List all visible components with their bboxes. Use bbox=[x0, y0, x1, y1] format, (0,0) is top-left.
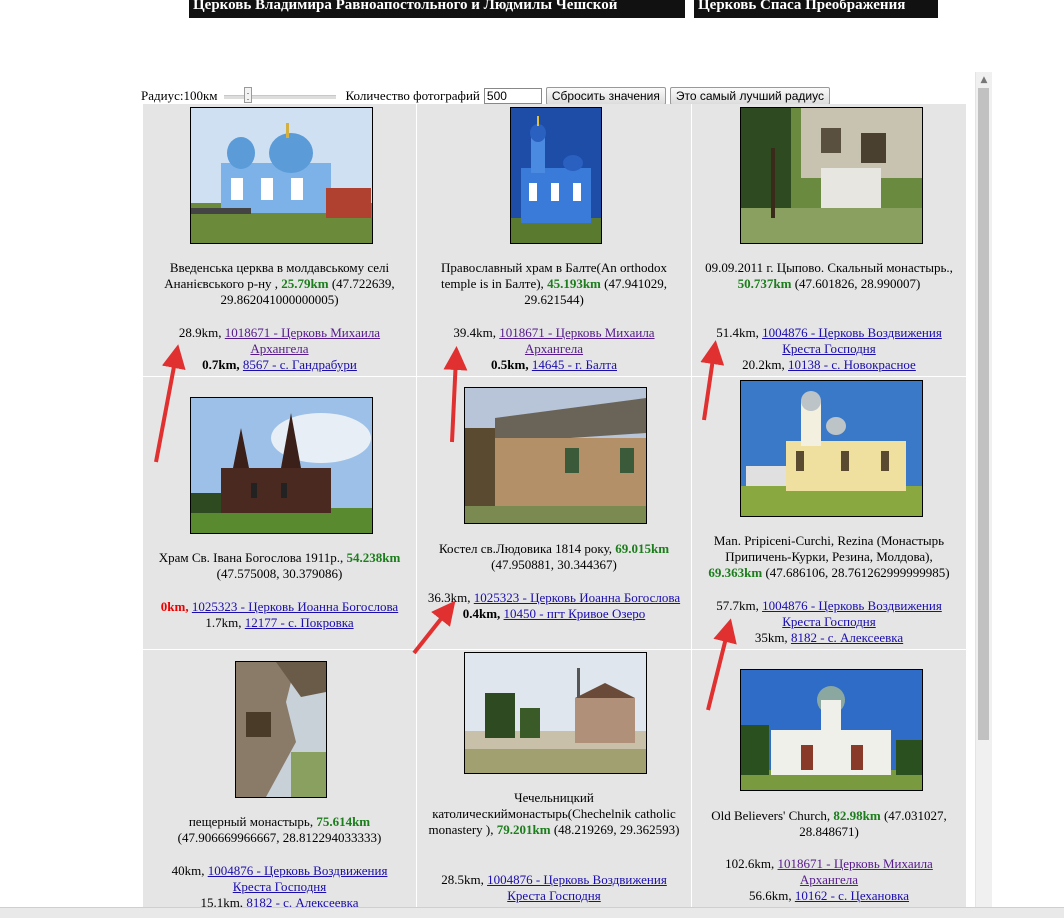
photo-caption: Костел св.Людовика 1814 року, 69.015km (… bbox=[438, 541, 670, 572]
distance-value: 45.193km bbox=[547, 276, 601, 291]
nearby-church-link[interactable]: 1018671 - Церковь Михаила Архангела bbox=[778, 856, 933, 887]
nearby-links: 28.5km, 1004876 - Церковь Воздвижения Кр… bbox=[441, 872, 667, 903]
best-radius-button[interactable]: Это самый лучший радиус bbox=[669, 87, 830, 105]
scroll-up-arrow-icon[interactable]: ▲ bbox=[976, 72, 992, 88]
photo-caption: Old Believers' Church, 82.98km (47.03102… bbox=[711, 808, 947, 839]
photo-caption: Man. Pripiceni-Curchi, Rezina (Монастырь… bbox=[708, 533, 950, 580]
radius-slider-thumb[interactable] bbox=[243, 87, 252, 103]
photo-card: Man. Pripiceni-Curchi, Rezina (Монастырь… bbox=[692, 377, 966, 649]
zero-distance: 0km, bbox=[160, 599, 189, 614]
distance-value: 75.614km bbox=[316, 814, 371, 829]
photo-card: Введенська церква в молдавському селі Ан… bbox=[143, 104, 416, 376]
vertical-scrollbar[interactable]: ▲ bbox=[975, 72, 992, 917]
photo-card: Old Believers' Church, 82.98km (47.03102… bbox=[692, 650, 966, 917]
distance-value: 54.238km bbox=[346, 550, 401, 565]
church-photo[interactable] bbox=[190, 397, 373, 534]
nearby-links: 36.3km, 1025323 - Церковь Иоанна Богосло… bbox=[427, 590, 681, 621]
nearby-settlement-link[interactable]: 10450 - пгт Кривое Озеро bbox=[504, 606, 646, 621]
church-photo[interactable] bbox=[235, 661, 327, 798]
photo-card: Храм Св. Івана Богослова 1911р., 54.238k… bbox=[143, 377, 416, 649]
nearby-links: 0km, 1025323 - Церковь Иоанна Богослова … bbox=[160, 599, 399, 630]
nearby-links: 40km, 1004876 - Церковь Воздвижения Крес… bbox=[171, 863, 388, 910]
nearby-links: 51.4km, 1004876 - Церковь Воздвижения Кр… bbox=[716, 325, 942, 372]
nearby-settlement-link[interactable]: 10138 - с. Новокрасное bbox=[788, 357, 916, 372]
church-photo[interactable] bbox=[740, 107, 923, 244]
distance-value: 50.737km bbox=[737, 276, 792, 291]
nearby-church-link[interactable]: 1004876 - Церковь Воздвижения Креста Гос… bbox=[762, 325, 942, 356]
distance-value: 25.79km bbox=[281, 276, 329, 291]
photo-caption: Храм Св. Івана Богослова 1911р., 54.238k… bbox=[158, 550, 401, 581]
church-photo[interactable] bbox=[190, 107, 373, 244]
photo-card: Костел св.Людовика 1814 року, 69.015km (… bbox=[417, 377, 691, 649]
distance-value: 69.015km bbox=[615, 541, 670, 556]
nearby-settlement-link[interactable]: 14645 - г. Балта bbox=[532, 357, 617, 372]
distance-value: 82.98km bbox=[833, 808, 881, 823]
nearby-church-link[interactable]: 1004876 - Церковь Воздвижения Креста Гос… bbox=[762, 598, 942, 629]
church-photo[interactable] bbox=[740, 669, 923, 791]
nearby-links: 28.9km, 1018671 - Церковь Михаила Арханг… bbox=[178, 325, 381, 372]
radius-label: Радиус:100км bbox=[141, 88, 218, 103]
nearby-church-link[interactable]: 1025323 - Церковь Иоанна Богослова bbox=[192, 599, 398, 614]
nearby-settlement-link[interactable]: 12177 - с. Покровка bbox=[245, 615, 354, 630]
bottom-scrollbar[interactable] bbox=[0, 907, 1064, 918]
distance-value: 79.201km bbox=[496, 822, 551, 837]
photo-count-label: Количество фотографий bbox=[345, 88, 480, 103]
photo-card: пещерный монастырь, 75.614km (47.9066699… bbox=[143, 650, 416, 917]
controls-bar: Радиус:100км Количество фотографий Сброс… bbox=[141, 86, 834, 106]
church-photo[interactable] bbox=[740, 380, 923, 517]
church-photo[interactable] bbox=[510, 107, 602, 244]
nearby-links: 57.7km, 1004876 - Церковь Воздвижения Кр… bbox=[716, 598, 942, 645]
nearby-links: 102.6km, 1018671 - Церковь Михаила Архан… bbox=[725, 856, 933, 903]
reset-button[interactable]: Сбросить значения bbox=[545, 87, 666, 105]
nearby-church-link[interactable]: 1004876 - Церковь Воздвижения Креста Гос… bbox=[208, 863, 388, 894]
nearby-church-link[interactable]: 1018671 - Церковь Михаила Архангела bbox=[225, 325, 380, 356]
photo-caption: пещерный монастырь, 75.614km (47.9066699… bbox=[177, 814, 382, 845]
photo-caption: Чечельницкий католическиймонастырь(Chech… bbox=[428, 790, 680, 837]
photo-card: Православный храм в Балте(An orthodox te… bbox=[417, 104, 691, 376]
photo-caption: Введенська церква в молдавському селі Ан… bbox=[164, 260, 395, 307]
photo-count-input[interactable] bbox=[483, 88, 542, 104]
photo-card: Чечельницкий католическиймонастырь(Chech… bbox=[417, 650, 691, 917]
church-photo[interactable] bbox=[464, 652, 647, 774]
distance-value: 69.363km bbox=[708, 565, 763, 580]
nearby-church-link[interactable]: 1018671 - Церковь Михаила Архангела bbox=[499, 325, 654, 356]
top-link-spas-church[interactable]: Церковь Спаса Преображения bbox=[694, 0, 938, 18]
church-photo[interactable] bbox=[464, 387, 647, 524]
photo-grid: Введенська церква в молдавському селі Ан… bbox=[143, 104, 966, 917]
photo-card: 09.09.2011 г. Цыпово. Скальный монастырь… bbox=[692, 104, 966, 376]
nearby-church-link[interactable]: 1025323 - Церковь Иоанна Богослова bbox=[474, 590, 680, 605]
nearby-settlement-link[interactable]: 10162 - с. Цехановка bbox=[795, 888, 909, 903]
nearby-settlement-link[interactable]: 8567 - с. Гандрабури bbox=[243, 357, 357, 372]
photo-caption: Православный храм в Балте(An orthodox te… bbox=[441, 260, 667, 307]
nearby-settlement-link[interactable]: 8182 - с. Алексеевка bbox=[791, 630, 903, 645]
scroll-thumb[interactable] bbox=[978, 88, 989, 740]
nearby-links: 39.4km, 1018671 - Церковь Михаила Арханг… bbox=[453, 325, 655, 372]
radius-slider[interactable] bbox=[223, 87, 336, 103]
photo-caption: 09.09.2011 г. Цыпово. Скальный монастырь… bbox=[705, 260, 953, 291]
top-link-vladimir-church[interactable]: Церковь Владимира Равноапостольного и Лю… bbox=[189, 0, 685, 18]
nearby-church-link[interactable]: 1004876 - Церковь Воздвижения Креста Гос… bbox=[487, 872, 667, 903]
